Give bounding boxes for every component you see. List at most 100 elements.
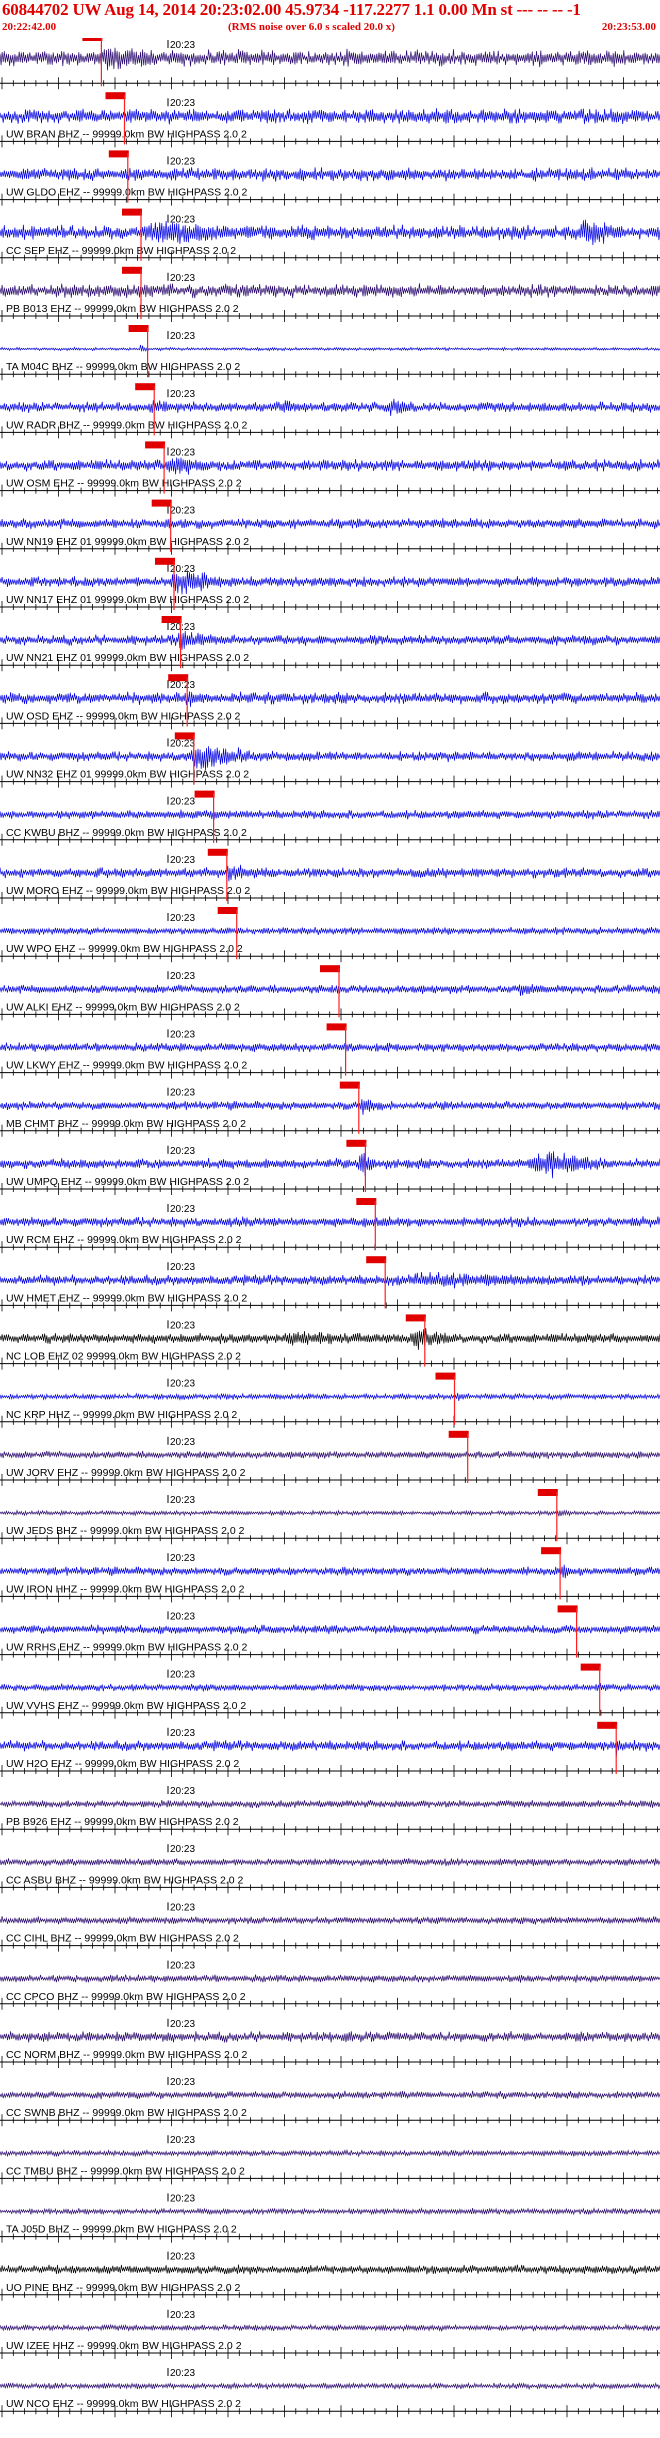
station-label: TA J05D BHZ -- 99999.0km BW HIGHPASS 2.0… [6, 2224, 237, 2236]
minute-label: 20:23 [170, 1437, 195, 1448]
pick-marker [122, 208, 142, 216]
station-label: PB B926 EHZ -- 99999.0km BW HIGHPASS 2.0… [6, 1816, 239, 1828]
trace-panel: 20:23 [0, 38, 660, 90]
station-label: CC NORM BHZ -- 99999.0km BW HIGHPASS 2.0… [6, 2049, 248, 2061]
trace-panel: 20:23 UW IRON HHZ -- 99999.0km BW HIGHPAS… [0, 1547, 660, 1603]
minute-label: 20:23 [170, 2193, 195, 2204]
station-label: UW NN17 EHZ 01 99999.0km BW HIGHPASS 2.0… [6, 594, 249, 606]
waveform [0, 47, 660, 71]
minute-label: 20:23 [170, 215, 195, 226]
station-label: UW HMET EHZ -- 99999.0km BW HIGHPASS 2.0… [6, 1292, 247, 1304]
pick-marker [405, 1314, 426, 1322]
waveform [0, 1099, 660, 1115]
station-label: UW BRAN BHZ -- 99999.0km BW HIGHPASS 2.0… [6, 128, 247, 140]
minute-label: 20:23 [170, 1204, 195, 1215]
waveform [0, 219, 660, 246]
trace-panel: 20:23 UW IZEE HHZ -- 99999.0km BW HIGHPAS… [0, 2309, 660, 2359]
trace-panel: 20:23 UW RADR BHZ -- 99999.0km BW HIGHPAS… [0, 383, 660, 439]
waveform [0, 691, 660, 707]
minute-label: 20:23 [170, 1611, 195, 1622]
minute-label: 20:23 [170, 1670, 195, 1681]
minute-label: 20:23 [170, 1262, 195, 1273]
station-label: CC CIHL BHZ -- 99999.0km BW HIGHPASS 2.0… [6, 1933, 239, 1945]
minute-label: 20:23 [170, 797, 195, 808]
station-label: UW H2O EHZ -- 99999.0km BW HIGHPASS 2.0 … [6, 1758, 239, 1770]
minute-label: 20:23 [170, 1029, 195, 1040]
pick-marker [339, 1081, 360, 1089]
trace-panel: 20:23 CC TMBU BHZ -- 99999.0km BW HIGHPAS… [0, 2135, 660, 2185]
minute-label: 20:23 [170, 855, 195, 866]
waveform [0, 2148, 660, 2158]
minute-label: 20:23 [170, 1902, 195, 1913]
minute-label: 20:23 [170, 1553, 195, 1564]
pick-marker [537, 1489, 558, 1496]
trace-panel: 20:23 UW VVHS EHZ -- 99999.0km BW HIGHPAS… [0, 1663, 660, 1719]
waveform [0, 1450, 660, 1460]
minute-label: 20:23 [170, 1728, 195, 1739]
pick-marker [580, 1663, 601, 1671]
pick-marker [366, 1256, 387, 1264]
station-label: UW JEDS BHZ -- 99999.0km BW HIGHPASS 2.0… [6, 1525, 245, 1537]
trace-panel: 20:23 UW WPO EHZ -- 99999.0km BW HIGHPASS… [0, 907, 660, 963]
pick-marker [161, 616, 182, 623]
minute-label: 20:23 [170, 273, 195, 284]
trace-panel: 20:23 CC NORM BHZ -- 99999.0km BW HIGHPAS… [0, 2018, 660, 2068]
pick-marker [217, 907, 238, 914]
trace-panel: 20:23 UW RCM EHZ -- 99999.0km BW HIGHPASS… [0, 1198, 660, 1254]
station-label: UW RRHS EHZ -- 99999.0km BW HIGHPASS 2.0… [6, 1642, 248, 1654]
trace-panel: 20:23 MB CHMT BHZ -- 99999.0km BW HIGHPAS… [0, 1081, 660, 1137]
minute-label: 20:23 [170, 506, 195, 517]
station-label: CC KWBU BHZ -- 99999.0km BW HIGHPASS 2.0… [6, 827, 247, 839]
waveform [0, 457, 660, 475]
minute-label: 20:23 [170, 622, 195, 633]
minute-label: 20:23 [170, 2135, 195, 2146]
minute-label: 20:23 [170, 331, 195, 342]
pick-marker [207, 848, 228, 856]
waveform [0, 1916, 660, 1925]
station-label: CC SEP EHZ -- 99999.0km BW HIGHPASS 2.0 … [6, 245, 236, 257]
minute-label: 20:23 [170, 738, 195, 749]
station-label: NC KRP HHZ -- 99999.0km BW HIGHPASS 2.0 … [6, 1409, 237, 1421]
waveform [0, 864, 660, 882]
minute-label: 20:23 [170, 2077, 195, 2088]
pick-marker [435, 1372, 456, 1380]
station-label: UW GLDO EHZ -- 99999.0km BW HIGHPASS 2.0… [6, 187, 248, 199]
station-label: UW RCM EHZ -- 99999.0km BW HIGHPASS 2.0 … [6, 1234, 242, 1246]
minute-label: 20:23 [170, 156, 195, 167]
waveform [0, 2264, 660, 2275]
station-label: UW UMPQ EHZ -- 99999.0km BW HIGHPASS 2.0… [6, 1176, 249, 1188]
trace-panel: 20:23 PB B926 EHZ -- 99999.0km BW HIGHPAS… [0, 1786, 660, 1836]
pick-marker [356, 1198, 377, 1205]
pick-marker [105, 92, 126, 100]
pick-marker [122, 266, 142, 274]
pick-marker [320, 965, 340, 973]
minute-label: 20:23 [170, 2368, 195, 2379]
pick-marker [82, 38, 103, 41]
waveform [0, 570, 660, 595]
station-label: CC TMBU BHZ -- 99999.0km BW HIGHPASS 2.0… [6, 2165, 245, 2177]
minute-label: 20:23 [170, 2019, 195, 2030]
event-title: 60844702 UW Aug 14, 2014 20:23:02.00 45.… [2, 0, 581, 19]
waveform [0, 1974, 660, 1983]
pick-marker [194, 790, 215, 798]
waveform [0, 1392, 660, 1402]
station-label: CC SWNB BHZ -- 99999.0km BW HIGHPASS 2.0… [6, 2107, 247, 2119]
waveform [0, 1739, 660, 1757]
pick-marker [557, 1605, 578, 1613]
pick-marker [326, 1023, 347, 1031]
trace-panel: 20:23 CC CIHL BHZ -- 99999.0km BW HIGHPAS… [0, 1902, 660, 1952]
waveform [0, 517, 660, 530]
trace-panel: 20:23 UW OSM EHZ -- 99999.0km BW HIGHPASS… [0, 441, 660, 497]
waveform [0, 1042, 660, 1053]
pick-marker [155, 557, 175, 565]
trace-panel: 20:23 UW JEDS BHZ -- 99999.0km BW HIGHPAS… [0, 1489, 660, 1545]
seismogram-plot: 20:23 20:23 UW BRAN BHZ -- 99999.0km BW HI… [0, 38, 660, 2438]
minute-label: 20:23 [170, 1495, 195, 1506]
end-time: 20:23:53.00 [601, 21, 656, 33]
waveform [0, 926, 660, 936]
waveform [0, 983, 660, 997]
station-label: UW NN21 EHZ 01 99999.0km BW HIGHPASS 2.0… [6, 652, 249, 664]
waveform [0, 2090, 660, 2100]
trace-panel: 20:23 CC SEP EHZ -- 99999.0km BW HIGHPASS… [0, 208, 660, 264]
waveform [0, 108, 660, 125]
